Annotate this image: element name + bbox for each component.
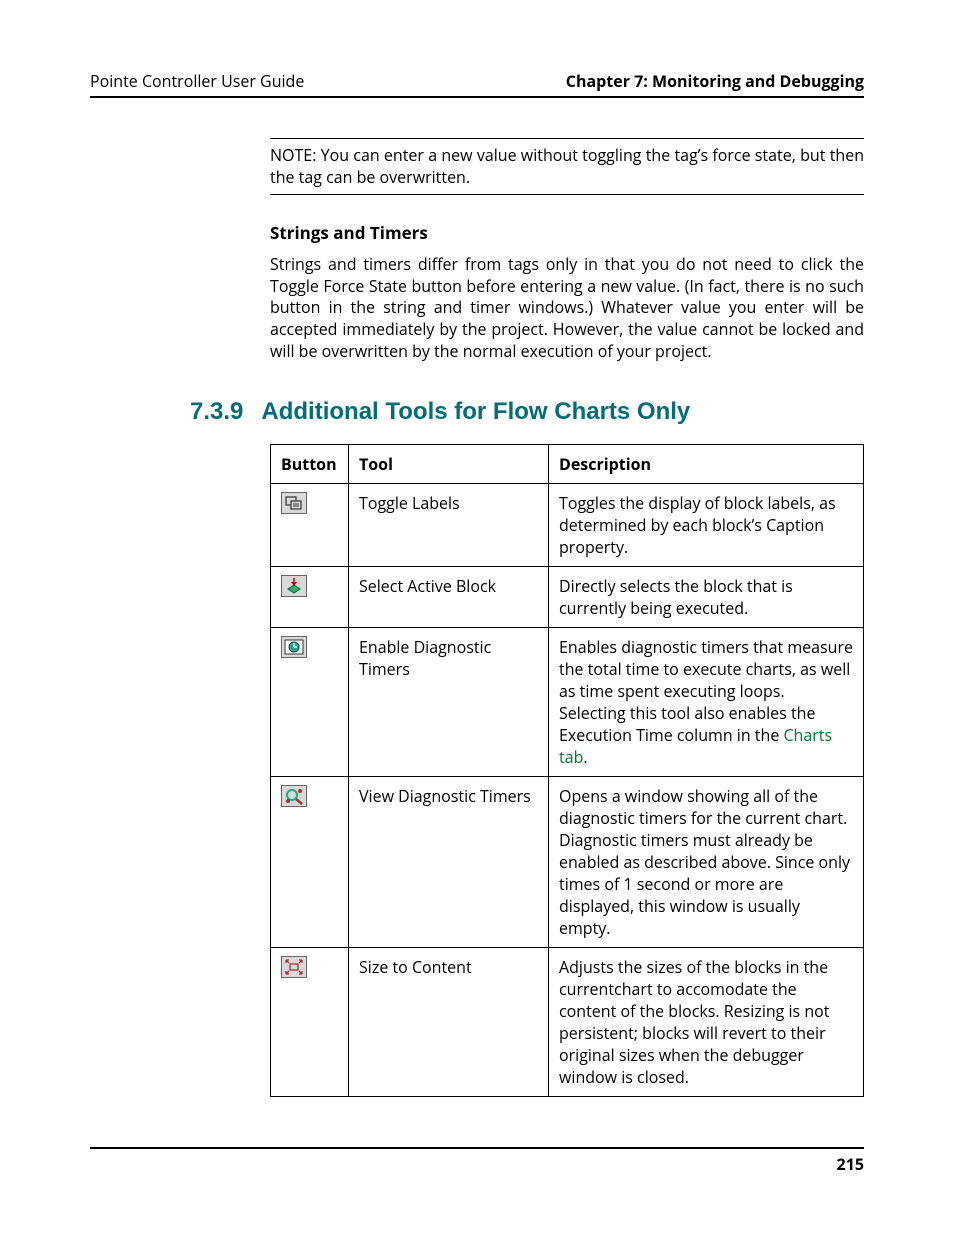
running-header: Pointe Controller User Guide Chapter 7: … [90, 70, 864, 98]
button-cell [271, 567, 349, 628]
table-row: Select Active Block Directly selects the… [271, 567, 864, 628]
section-heading: 7.3.9 Additional Tools for Flow Charts O… [190, 398, 864, 426]
size-to-content-icon [281, 956, 307, 978]
table-header-row: Button Tool Description [271, 445, 864, 484]
page-number: 215 [837, 1153, 864, 1175]
button-cell [271, 948, 349, 1097]
tool-name: View Diagnostic Timers [349, 777, 549, 948]
table-row: Size to Content Adjusts the sizes of the… [271, 948, 864, 1097]
tool-name: Size to Content [349, 948, 549, 1097]
tool-desc: Enables diagnostic timers that measure t… [549, 628, 864, 777]
enable-diagnostic-timers-icon [281, 636, 307, 658]
subheading-strings-timers: Strings and Timers [270, 221, 864, 244]
th-description: Description [549, 445, 864, 484]
tool-desc: Toggles the display of block labels, as … [549, 484, 864, 567]
tool-name: Toggle Labels [349, 484, 549, 567]
th-tool: Tool [349, 445, 549, 484]
button-cell [271, 628, 349, 777]
note-box: NOTE: You can enter a new value without … [270, 138, 864, 195]
view-diagnostic-timers-icon [281, 785, 307, 807]
tools-table: Button Tool Description [270, 444, 864, 1097]
desc-post: . [583, 746, 587, 768]
table-row: View Diagnostic Timers Opens a window sh… [271, 777, 864, 948]
section-title: Additional Tools for Flow Charts Only [261, 398, 690, 426]
toggle-labels-icon [281, 492, 307, 514]
select-active-block-icon [281, 575, 307, 597]
table-row: Enable Diagnostic Timers Enables diagnos… [271, 628, 864, 777]
tool-desc: Adjusts the sizes of the blocks in the c… [549, 948, 864, 1097]
tool-desc: Opens a window showing all of the diagno… [549, 777, 864, 948]
paragraph-strings-timers: Strings and timers differ from tags only… [270, 254, 864, 362]
button-cell [271, 484, 349, 567]
tool-name: Select Active Block [349, 567, 549, 628]
header-left: Pointe Controller User Guide [90, 70, 304, 92]
button-cell [271, 777, 349, 948]
tool-desc: Directly selects the block that is curre… [549, 567, 864, 628]
th-button: Button [271, 445, 349, 484]
tool-name: Enable Diagnostic Timers [349, 628, 549, 777]
table-row: Toggle Labels Toggles the display of blo… [271, 484, 864, 567]
section-number: 7.3.9 [190, 398, 243, 426]
header-right: Chapter 7: Monitoring and Debugging [566, 70, 864, 92]
page-footer: 215 [90, 1147, 864, 1175]
